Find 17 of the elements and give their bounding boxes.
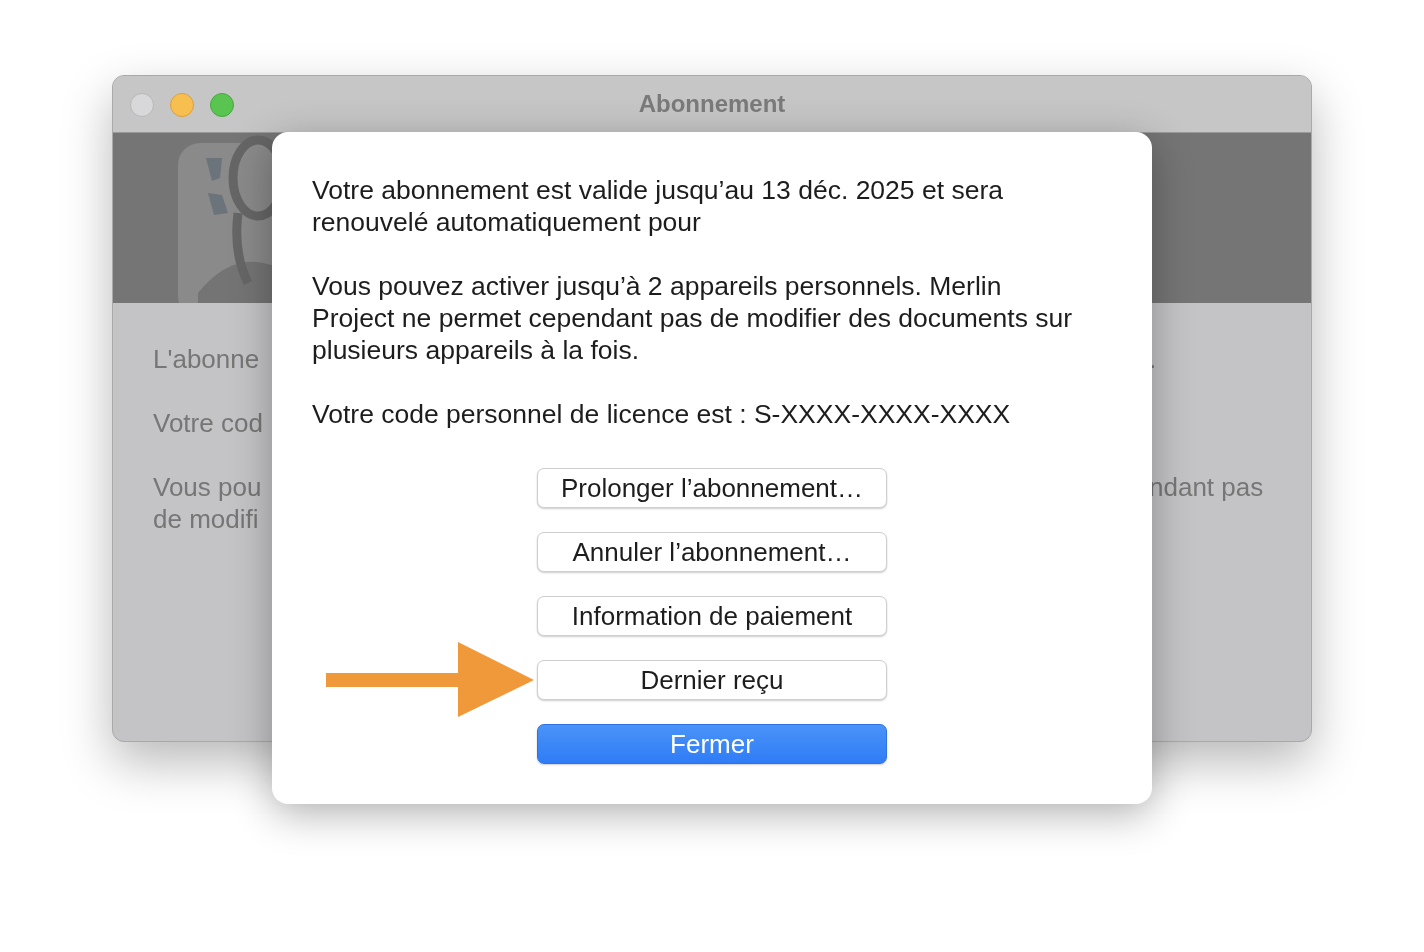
- dialog-button[interactable]: Annuler l’abonnement…: [537, 532, 887, 572]
- dialog-text: Vous pouvez activer jusqu’à 2 appareils personnels. Merlin Project ne permet cependant pas de modifier des documents sur plusieurs appareils à la fois.: [312, 270, 1074, 366]
- dialog-button[interactable]: Dernier reçu: [537, 660, 887, 700]
- background-text: Vous pou: [153, 471, 262, 503]
- dialog-button[interactable]: Prolonger l’abonnement…: [537, 468, 887, 508]
- close-button[interactable]: [130, 93, 154, 117]
- background-text: L'abonne: [153, 343, 260, 375]
- close-button[interactable]: Fermer: [537, 724, 887, 764]
- background-text: ndant pas: [1149, 471, 1265, 503]
- background-text: Votre cod: [153, 407, 263, 439]
- dialog-text: Votre code personnel de licence est : S-XXXX-XXXX-XXXX: [312, 398, 1012, 430]
- window-title: Abonnement: [638, 90, 786, 118]
- minimize-button[interactable]: [170, 93, 194, 117]
- background-text: de modifi: [153, 503, 260, 535]
- dialog-text: Votre abonnement est valide jusqu’au 13 déc. 2025 et sera renouvelé automatiquement pour: [312, 174, 1004, 238]
- zoom-button[interactable]: [210, 93, 234, 117]
- dialog-button[interactable]: Information de paiement: [537, 596, 887, 636]
